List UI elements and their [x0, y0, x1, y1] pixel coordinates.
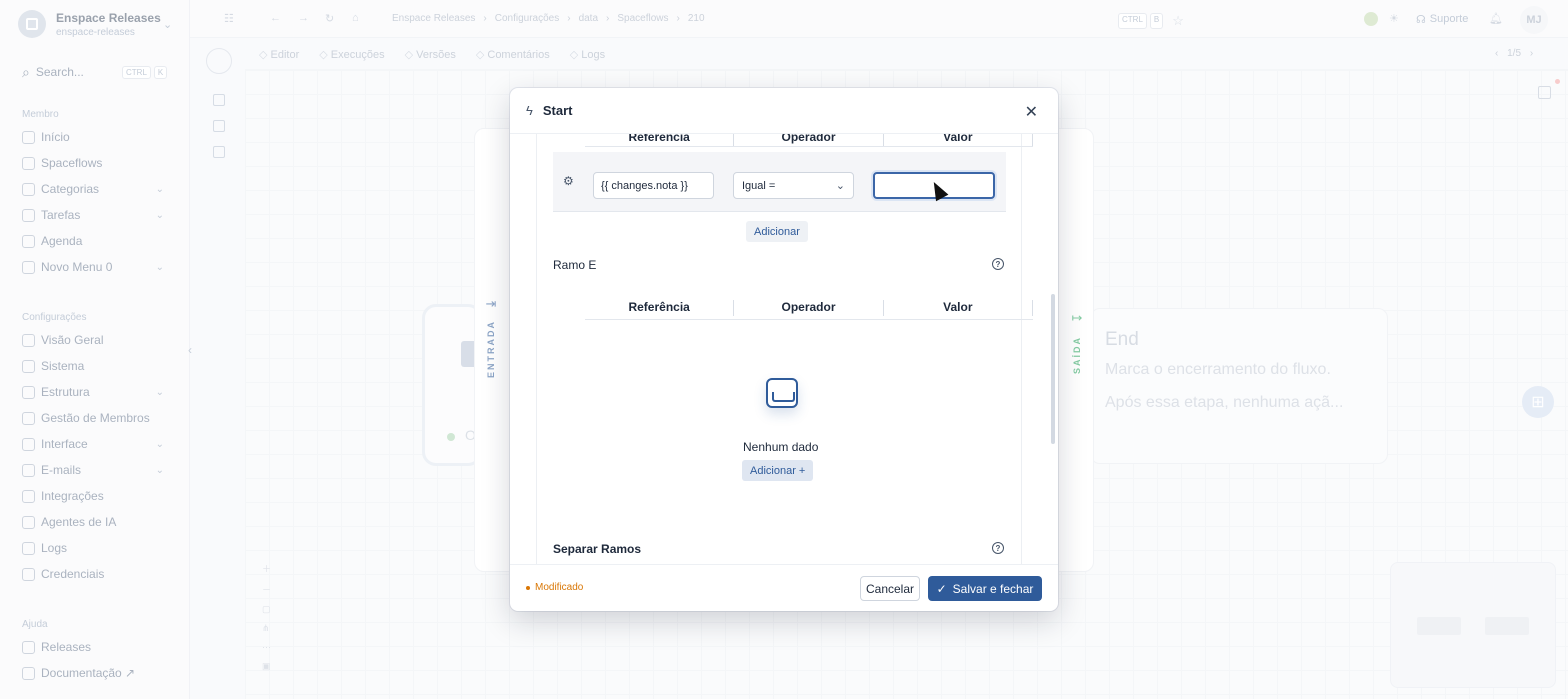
column-header-valor: Valor [884, 300, 1033, 316]
column-header-referencia: Referência [585, 134, 735, 146]
column-header-referencia: Referência [585, 300, 735, 316]
column-header-valor: Valor [884, 134, 1033, 146]
operator-select[interactable]: Igual = ⌄ [733, 172, 854, 199]
modal-title: Start [542, 103, 573, 118]
add-condition-button[interactable]: Adicionar [746, 221, 808, 242]
column-header-operador: Operador [734, 134, 884, 146]
separate-branches-title: Separar Ramos [553, 542, 642, 556]
help-icon[interactable]: ? [992, 258, 1004, 270]
modal-header: ϟ Start ✕ [510, 88, 1058, 134]
modal-footer: Modificado Cancelar ✓ Salvar e fechar [510, 564, 1058, 611]
modal-body: Referência Operador Valor ⚙ {{ changes.n… [510, 134, 1058, 564]
modified-status: Modificado [526, 582, 583, 593]
start-modal: ϟ Start ✕ Referência Operador Valor ⚙ {{… [510, 88, 1058, 611]
scrollbar[interactable] [1050, 134, 1056, 564]
column-header-operador: Operador [734, 300, 884, 316]
close-icon[interactable]: ✕ [1025, 102, 1038, 122]
check-icon: ✓ [936, 581, 947, 596]
bolt-icon: ϟ [526, 103, 533, 118]
chevron-down-icon: ⌄ [835, 180, 845, 192]
gear-icon[interactable]: ⚙ [563, 174, 574, 188]
empty-state-text: Nenhum dado [743, 440, 819, 454]
help-icon[interactable]: ? [992, 542, 1004, 554]
save-close-button[interactable]: ✓ Salvar e fechar [928, 576, 1042, 601]
branch-title: Ramo E [553, 258, 597, 272]
add-branch-condition-button[interactable]: Adicionar + [742, 460, 814, 481]
branch-header: Referência Operador Valor [585, 300, 1033, 320]
cancel-button[interactable]: Cancelar [860, 576, 920, 601]
conditions-header: Referência Operador Valor [585, 134, 1033, 147]
reference-input[interactable]: {{ changes.nota }} [593, 172, 714, 199]
empty-inbox-icon [766, 378, 798, 408]
